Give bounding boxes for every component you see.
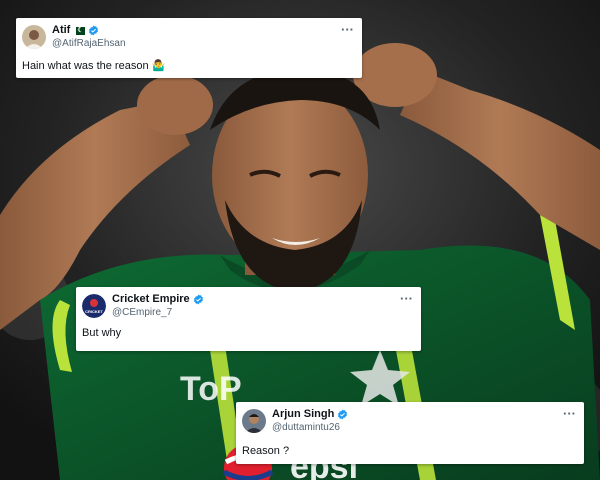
tweet-text-body: Hain what was the reason: [22, 60, 149, 72]
person-shrugging-emoji-icon: 🤷‍♂️: [151, 60, 166, 72]
avatar-label: CRICKET: [85, 309, 103, 314]
tweet-text: Hain what was the reason 🤷‍♂️: [22, 59, 165, 72]
verified-badge-icon: [89, 25, 99, 36]
author-block: Cricket Empire @CEmpire_7: [112, 293, 204, 319]
verified-badge-icon: [338, 409, 348, 420]
tweet-card-atif[interactable]: Atif @AtifRajaEhsan ··· Hain what was th…: [16, 18, 362, 78]
tweet-card-arjun-singh[interactable]: Arjun Singh @duttamintu26 ··· Reason ?: [236, 402, 584, 464]
tweet-text: But why: [82, 327, 122, 339]
author-handle[interactable]: @CEmpire_7: [112, 306, 204, 319]
tweet-card-cricket-empire[interactable]: CRICKET Cricket Empire @CEmpire_7 ··· Bu…: [76, 287, 421, 351]
cricket-empire-logo-icon: CRICKET: [82, 294, 106, 318]
avatar-image: [242, 409, 266, 433]
avatar[interactable]: [242, 409, 266, 433]
author-block: Atif @AtifRajaEhsan: [52, 24, 126, 50]
tweet-header: Atif @AtifRajaEhsan: [22, 24, 126, 50]
avatar[interactable]: CRICKET: [82, 294, 106, 318]
tweet-header: Arjun Singh @duttamintu26: [242, 408, 348, 434]
tweet-text: Reason ?: [242, 445, 290, 457]
author-handle[interactable]: @duttamintu26: [272, 421, 348, 434]
more-options-icon[interactable]: ···: [341, 22, 354, 37]
author-name[interactable]: Arjun Singh: [272, 408, 334, 421]
meme-scene: epsi ToP Atif @AtifRajaEhsan: [0, 0, 600, 480]
author-block: Arjun Singh @duttamintu26: [272, 408, 348, 434]
avatar[interactable]: [22, 25, 46, 49]
author-name[interactable]: Cricket Empire: [112, 293, 190, 306]
pakistan-flag-icon: [73, 24, 86, 37]
verified-badge-icon: [193, 294, 203, 305]
svg-text:ToP: ToP: [180, 370, 242, 408]
author-handle[interactable]: @AtifRajaEhsan: [52, 37, 126, 50]
tweet-header: CRICKET Cricket Empire @CEmpire_7: [82, 293, 204, 319]
avatar-image: [22, 25, 46, 49]
more-options-icon[interactable]: ···: [563, 406, 576, 421]
more-options-icon[interactable]: ···: [400, 291, 413, 306]
author-name[interactable]: Atif: [52, 24, 70, 37]
